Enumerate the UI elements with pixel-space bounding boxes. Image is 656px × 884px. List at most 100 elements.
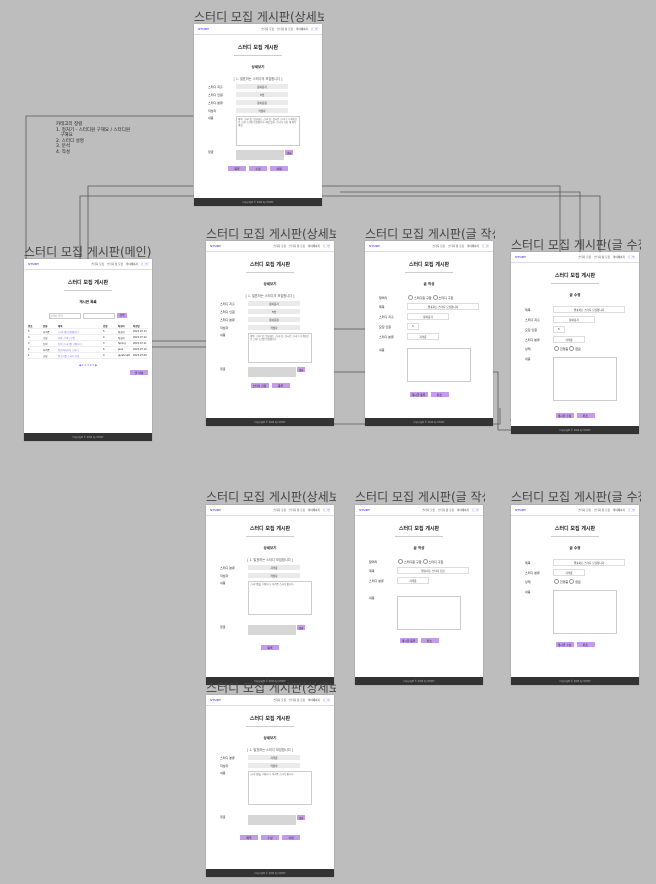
list-button[interactable]: 목록 [261, 645, 279, 650]
nav-item[interactable]: 스터디 모집 [578, 255, 591, 259]
comment-input[interactable] [248, 625, 296, 635]
update-button[interactable]: 게시글 수정 [555, 413, 574, 418]
cancel-button[interactable]: 취소 [576, 642, 595, 647]
nav-item[interactable]: 스터디 정 모집 [594, 508, 610, 512]
post-link[interactable]: 토익 스터디원 구합니다 [58, 342, 103, 346]
logo[interactable]: STUDY [369, 244, 380, 248]
delete-button[interactable]: 삭제 [270, 166, 288, 171]
category-select[interactable]: 자격증 [397, 577, 429, 584]
nav-item[interactable]: 마이페이지 [308, 244, 320, 248]
nav-item[interactable]: 스터디 모집 [273, 698, 286, 702]
table-row[interactable]: 1 코딩 알고리즘 스터디 모집 4 JavaScript 2022.07.09 [28, 353, 148, 359]
title-input[interactable]: 발표하는 스터디 모집합니다 [553, 559, 625, 566]
update-button[interactable]: 게시글 수정 [555, 642, 574, 647]
radio-button[interactable] [432, 295, 438, 300]
nav-item[interactable]: 스터디 정 모집 [448, 244, 464, 248]
cancel-button[interactable]: 취소 [430, 392, 449, 397]
comment-input[interactable] [248, 815, 296, 825]
nav-item[interactable]: 스터디 정 모집 [277, 27, 293, 31]
category-select[interactable]: 자격증 [553, 569, 585, 576]
radio-button[interactable] [554, 579, 559, 584]
category-select[interactable]: 자격증 [407, 333, 439, 340]
logo[interactable]: STUDY [28, 262, 39, 266]
login-link[interactable]: 로그인 [628, 508, 635, 512]
login-link[interactable]: 로그인 [323, 698, 330, 702]
list-button[interactable]: 목록 [271, 383, 290, 388]
submit-button[interactable]: 게시글 등록 [399, 638, 418, 643]
nav-item[interactable]: 마이페이지 [126, 262, 138, 266]
apply-button[interactable]: 스터디 신청 [250, 383, 269, 388]
cancel-button[interactable]: 취소 [420, 638, 439, 643]
title-input[interactable]: 발표하는 스터디 모집합니다 [407, 303, 479, 310]
nav-item[interactable]: 스터디 모집 [422, 508, 435, 512]
login-link[interactable]: 로그인 [323, 244, 330, 248]
delete-button[interactable]: 삭제 [282, 835, 300, 840]
nav-item[interactable]: 마이페이지 [467, 244, 479, 248]
logo[interactable]: STUDY [210, 508, 221, 512]
list-button[interactable]: 목록 [240, 835, 258, 840]
count-select[interactable]: 5 [407, 323, 419, 330]
post-link[interactable]: 정보처리기사 스터디 [58, 348, 103, 352]
nav-item[interactable]: 마이페이지 [613, 508, 625, 512]
category-select[interactable]: 자격증 [553, 336, 585, 343]
nav-item[interactable]: 스터디 모집 [91, 262, 104, 266]
nav-item[interactable]: 마이페이지 [308, 698, 320, 702]
logo[interactable]: STUDY [515, 508, 526, 512]
radio-button[interactable] [408, 295, 413, 300]
edit-button[interactable]: 수정 [249, 166, 267, 171]
title-input[interactable]: 발표하는 스터디 모집 [397, 567, 469, 574]
nav-item[interactable]: 스터디 모집 [432, 244, 445, 248]
login-link[interactable]: 로그인 [311, 27, 318, 31]
post-link[interactable]: 스터디원 모집합니다 [58, 330, 103, 334]
post-link[interactable]: 알고리즘 스터디 모집 [58, 354, 103, 358]
search-button[interactable]: 검색 [117, 313, 127, 318]
nav-item[interactable]: 스터디 모집 [261, 27, 274, 31]
submit-button[interactable]: 게시글 등록 [409, 392, 428, 397]
logo[interactable]: STUDY [198, 27, 209, 31]
edit-button[interactable]: 수정 [261, 835, 279, 840]
radio-button[interactable] [554, 346, 559, 351]
logo[interactable]: STUDY [210, 244, 221, 248]
nav-item[interactable]: 스터디 모집 [578, 508, 591, 512]
login-link[interactable]: 로그인 [141, 262, 148, 266]
logo[interactable]: STUDY [359, 508, 370, 512]
count-select[interactable]: 5 [553, 326, 565, 333]
nav-item[interactable]: 스터디 모집 [273, 244, 286, 248]
nav-item[interactable]: 스터디 정 모집 [289, 698, 305, 702]
nav-item[interactable]: 스터디 정 모집 [289, 508, 305, 512]
login-link[interactable]: 로그인 [323, 508, 330, 512]
post-link[interactable]: 자바 스터디 모집 [58, 336, 103, 340]
nav-item[interactable]: 마이페이지 [308, 508, 320, 512]
study-input[interactable]: 용이름기 [407, 313, 449, 320]
comment-button[interactable]: 댓글 [297, 815, 305, 820]
nav-item[interactable]: 스터디 정 모집 [289, 244, 305, 248]
body-textarea[interactable] [407, 348, 471, 382]
login-link[interactable]: 로그인 [472, 508, 479, 512]
study-input[interactable]: 용이름기 [553, 316, 595, 323]
login-link[interactable]: 로그인 [482, 244, 489, 248]
title-input[interactable]: 발표하는 스터디 모집합니다 [553, 306, 625, 313]
list-button[interactable]: 목록 [228, 166, 246, 171]
body-textarea[interactable] [553, 357, 617, 401]
logo[interactable]: STUDY [515, 255, 526, 259]
nav-item[interactable]: 마이페이지 [613, 255, 625, 259]
logo[interactable]: STUDY [210, 698, 221, 702]
nav-item[interactable]: 스터디 정 모집 [107, 262, 123, 266]
comment-input[interactable] [236, 150, 284, 160]
radio-button[interactable] [569, 579, 575, 584]
radio-button[interactable] [422, 559, 428, 564]
cancel-button[interactable]: 취소 [576, 413, 595, 418]
comment-button[interactable]: 댓글 [297, 367, 305, 372]
radio-button[interactable] [569, 346, 575, 351]
comment-button[interactable]: 댓글 [285, 150, 293, 155]
nav-item[interactable]: 스터디 모집 [273, 508, 286, 512]
body-textarea[interactable] [397, 596, 461, 630]
comment-input[interactable] [248, 367, 296, 377]
write-button[interactable]: 글 작성 [130, 370, 148, 375]
nav-item[interactable]: 마이페이지 [296, 27, 308, 31]
login-link[interactable]: 로그인 [628, 255, 635, 259]
nav-item[interactable]: 스터디 정 모집 [438, 508, 454, 512]
nav-item[interactable]: 마이페이지 [457, 508, 469, 512]
comment-button[interactable]: 댓글 [297, 625, 305, 630]
radio-button[interactable] [398, 559, 403, 564]
